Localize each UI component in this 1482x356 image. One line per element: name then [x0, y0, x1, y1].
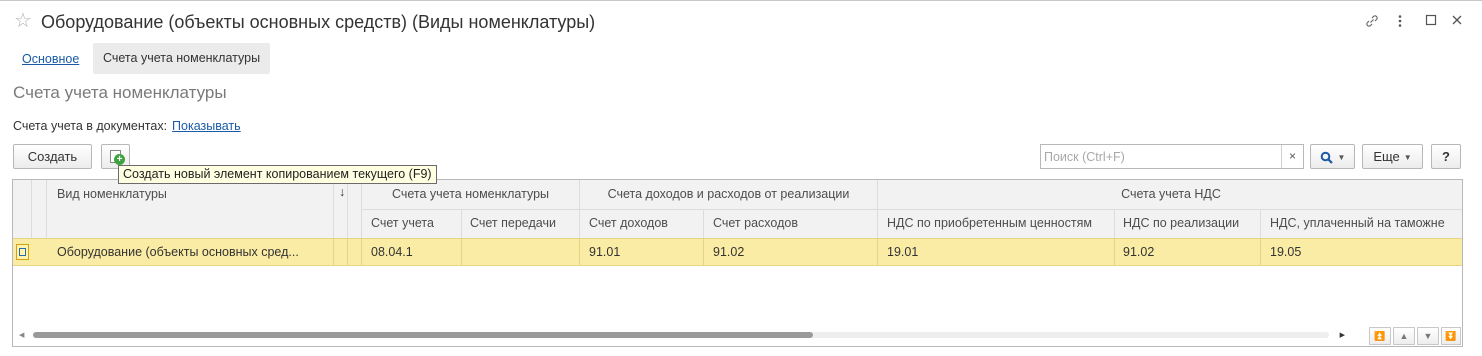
cell-nds-priobr[interactable]: 19.01 — [887, 239, 918, 265]
docs-accounts-label: Счета учета в документах: — [13, 119, 168, 133]
go-down-icon[interactable]: ▼ — [1417, 327, 1439, 345]
header-group-accounts: Счета учета номенклатуры — [391, 187, 550, 201]
maximize-icon[interactable] — [1421, 13, 1441, 33]
more-button[interactable]: Еще ▼ — [1362, 144, 1423, 169]
scroll-right-icon[interactable]: ▶ — [1340, 331, 1345, 339]
table-header: Вид номенклатуры ↓ Счета учета номенклат… — [13, 180, 1462, 238]
docs-accounts-link[interactable]: Показывать — [172, 119, 241, 133]
cell-schet-rashodov[interactable]: 91.02 — [713, 239, 744, 265]
chevron-down-icon: ▼ — [1337, 153, 1346, 163]
cell-schet-dohodov[interactable]: 91.01 — [589, 239, 620, 265]
link-icon[interactable] — [1362, 13, 1382, 33]
page-title: Оборудование (объекты основных средств) … — [41, 12, 596, 32]
search-button[interactable]: ▼ — [1310, 144, 1355, 169]
header-schet-peredachi[interactable]: Счет передачи — [470, 216, 556, 230]
header-nds-priobr[interactable]: НДС по приобретенным ценностям — [887, 216, 1092, 230]
star-icon[interactable]: ☆ — [14, 11, 32, 31]
form-window: ☆ Оборудование (объекты основных средств… — [0, 0, 1482, 356]
search-icon — [1320, 151, 1333, 164]
scroll-track[interactable] — [33, 332, 1329, 338]
cell-nds-realiz[interactable]: 91.02 — [1123, 239, 1154, 265]
header-nds-realiz[interactable]: НДС по реализации — [1123, 216, 1239, 230]
search-clear-button[interactable]: × — [1281, 145, 1303, 168]
cell-nds-tamozhnya[interactable]: 19.05 — [1270, 239, 1301, 265]
table-row[interactable]: Оборудование (объекты основных сред... 0… — [13, 238, 1462, 266]
copy-tooltip: Создать новый элемент копированием текущ… — [118, 165, 437, 184]
scroll-thumb[interactable] — [33, 332, 813, 338]
accounts-table[interactable]: Вид номенклатуры ↓ Счета учета номенклат… — [12, 179, 1463, 347]
cell-schet-ucheta[interactable]: 08.04.1 — [371, 239, 413, 265]
header-group-income: Счета доходов и расходов от реализации — [607, 187, 850, 201]
header-schet-ucheta[interactable]: Счет учета — [371, 216, 434, 230]
header-vid[interactable]: Вид номенклатуры — [57, 187, 167, 201]
scroll-left-icon[interactable]: ◀ — [19, 331, 24, 339]
cell-vid[interactable]: Оборудование (объекты основных сред... — [57, 239, 329, 265]
header-group-vat: Счета учета НДС — [1121, 187, 1221, 201]
add-icon: + — [114, 154, 125, 165]
create-button[interactable]: Создать — [13, 144, 92, 169]
item-icon — [16, 244, 29, 260]
header-nds-tamozhnya[interactable]: НДС, уплаченный на таможне — [1270, 216, 1445, 230]
search-box: × — [1040, 144, 1304, 169]
go-last-icon[interactable]: ⏬ — [1441, 327, 1461, 345]
sort-arrow-icon[interactable]: ↓ — [339, 185, 345, 199]
horizontal-scrollbar[interactable]: ◀ ▶ — [19, 329, 1345, 341]
close-icon[interactable] — [1447, 13, 1467, 33]
header-schet-rashodov[interactable]: Счет расходов — [713, 216, 798, 230]
title-bar: ☆ Оборудование (объекты основных средств… — [0, 1, 1482, 43]
tab-main[interactable]: Основное — [22, 52, 79, 66]
tab-accounts[interactable]: Счета учета номенклатуры — [93, 43, 271, 74]
go-first-icon[interactable]: ⏫ — [1369, 327, 1391, 345]
section-title: Счета учета номенклатуры — [13, 83, 227, 102]
help-button[interactable]: ? — [1431, 144, 1461, 169]
docs-accounts-row: Счета учета в документах: Показывать — [13, 119, 241, 133]
header-schet-dohodov[interactable]: Счет доходов — [589, 216, 668, 230]
chevron-down-icon: ▼ — [1403, 153, 1412, 163]
search-input[interactable] — [1041, 145, 1281, 168]
more-vert-icon[interactable] — [1390, 13, 1410, 33]
go-up-icon[interactable]: ▲ — [1393, 327, 1415, 345]
more-button-label: Еще — [1373, 149, 1400, 164]
